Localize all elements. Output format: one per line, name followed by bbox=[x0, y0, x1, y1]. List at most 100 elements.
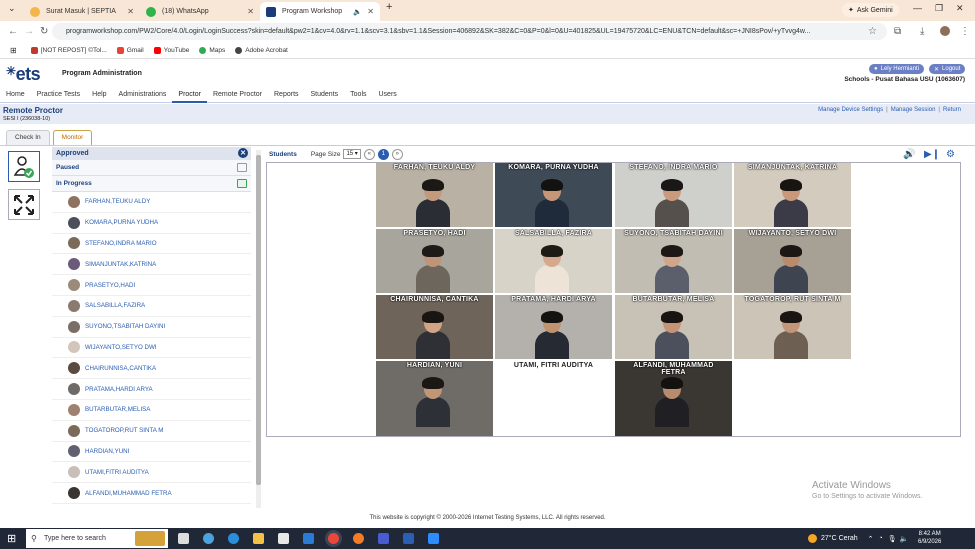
close-panel-icon[interactable]: ✕ bbox=[238, 148, 248, 158]
bookmark-not-repost[interactable]: [NOT REPOST] ©Tol... bbox=[30, 46, 107, 54]
candidate-row[interactable]: WIJAYANTO,SETYO DWI bbox=[52, 338, 251, 359]
logout-button[interactable]: ✕ Logout bbox=[929, 64, 966, 74]
candidate-row[interactable]: FARHAN,TEUKU ALDY bbox=[52, 192, 251, 213]
candidate-name[interactable]: TOGATOROP,RUT SINTA M bbox=[85, 427, 163, 434]
candidate-row[interactable]: PRASETYO,HADI bbox=[52, 275, 251, 296]
taskbar-widget-icon[interactable] bbox=[135, 531, 165, 546]
menu-reports[interactable]: Reports bbox=[268, 88, 305, 103]
in-progress-group[interactable]: In Progress bbox=[52, 176, 251, 192]
network-icon[interactable]: ◔ bbox=[879, 535, 883, 542]
candidate-row[interactable]: SIMANJUNTAK,KATRINA bbox=[52, 254, 251, 276]
candidate-name[interactable]: UTAMI,FITRI AUDITYA bbox=[85, 469, 149, 476]
video-tile[interactable]: SALSABILLA, FAZIRA bbox=[495, 229, 612, 293]
word-icon[interactable] bbox=[403, 533, 414, 544]
page-button-current[interactable]: 1 bbox=[377, 148, 389, 160]
clock[interactable]: 8:42 AM 6/9/2026 bbox=[918, 530, 941, 546]
user-button[interactable]: ● Lely Hermianti bbox=[869, 64, 924, 74]
minimize-icon[interactable]: — bbox=[913, 3, 922, 13]
tab-check-in[interactable]: Check In bbox=[6, 130, 50, 145]
back-icon[interactable]: ← bbox=[8, 26, 18, 37]
video-tile[interactable]: STEFANO, INDRA MARIO bbox=[615, 163, 732, 227]
bookmark-maps[interactable]: Maps bbox=[199, 46, 225, 54]
tab-monitor[interactable]: Monitor bbox=[52, 130, 93, 145]
candidate-name[interactable]: WIJAYANTO,SETYO DWI bbox=[85, 344, 157, 351]
store-icon[interactable] bbox=[278, 533, 289, 544]
bookmark-star-icon[interactable]: ☆ bbox=[868, 26, 877, 37]
candidate-row[interactable]: BUTARBUTAR,MELISA bbox=[52, 400, 251, 421]
windows-start-icon[interactable]: ⊞ bbox=[7, 532, 16, 545]
expand-view-button[interactable] bbox=[8, 189, 40, 220]
candidate-row[interactable]: ALFANDI,MUHAMMAD FETRA bbox=[52, 483, 251, 504]
volume-icon[interactable]: 🔊 bbox=[903, 149, 915, 160]
file-explorer-icon[interactable] bbox=[253, 533, 264, 544]
close-icon[interactable]: ✕ bbox=[127, 7, 134, 16]
first-page-icon[interactable]: « bbox=[363, 148, 375, 160]
candidate-name[interactable]: ALFANDI,MUHAMMAD FETRA bbox=[85, 490, 172, 497]
url-field[interactable]: programworkshop.com/PW2/Core/4.0/Login/L… bbox=[52, 23, 887, 40]
candidate-name[interactable]: CHAIRUNNISA,CANTIKA bbox=[85, 365, 156, 372]
video-tile[interactable]: SIMANJUNTAK, KATRINA bbox=[734, 163, 851, 227]
video-tile[interactable]: FARHAN, TEUKU ALDY bbox=[376, 163, 493, 227]
settings-gear-icon[interactable]: ⚙ bbox=[946, 149, 958, 160]
candidate-row[interactable]: HARDIAN,YUNI bbox=[52, 442, 251, 463]
return-link[interactable]: Return bbox=[943, 107, 961, 113]
candidate-row[interactable]: CHAIRUNNISA,CANTIKA bbox=[52, 358, 251, 380]
play-pause-icon[interactable]: ▶❙ bbox=[924, 149, 940, 160]
candidate-name[interactable]: BUTARBUTAR,MELISA bbox=[85, 406, 150, 413]
weather-text[interactable]: 27°C Cerah bbox=[821, 535, 858, 542]
menu-tools[interactable]: Tools bbox=[344, 88, 372, 103]
copilot-icon[interactable] bbox=[203, 533, 214, 544]
menu-practice-tests[interactable]: Practice Tests bbox=[31, 88, 86, 103]
menu-kebab-icon[interactable]: ⋮ bbox=[960, 26, 970, 37]
candidate-name[interactable]: PRATAMA,HARDI ARYA bbox=[85, 386, 153, 393]
ask-gemini-button[interactable]: ✦ Ask Gemini bbox=[842, 3, 899, 17]
chrome-icon[interactable] bbox=[328, 533, 339, 544]
video-tile[interactable]: HARDIAN, YUNI bbox=[376, 361, 493, 436]
video-tile[interactable]: PRASETYO, HADI bbox=[376, 229, 493, 293]
candidate-name[interactable]: KOMARA,PURNA YUDHA bbox=[85, 219, 158, 226]
candidate-view-button[interactable] bbox=[8, 151, 40, 182]
candidate-name[interactable]: PRASETYO,HADI bbox=[85, 282, 135, 289]
menu-remote-proctor[interactable]: Remote Proctor bbox=[207, 88, 268, 103]
manage-device-settings-link[interactable]: Manage Device Settings bbox=[818, 107, 883, 113]
tray-chevron-icon[interactable]: ⌃ bbox=[868, 535, 874, 543]
window-close-icon[interactable]: ✕ bbox=[956, 3, 964, 14]
mail-icon[interactable] bbox=[303, 533, 314, 544]
message-icon[interactable] bbox=[237, 179, 247, 188]
microphone-icon[interactable]: 🎙 bbox=[888, 535, 897, 543]
last-page-icon[interactable]: » bbox=[391, 148, 403, 160]
maximize-icon[interactable]: ❐ bbox=[935, 3, 943, 14]
browser-tab-program-workshop[interactable]: Program Workshop 🔈 ✕ bbox=[260, 2, 380, 21]
candidate-row[interactable]: TOGATOROP,RUT SINTA M bbox=[52, 421, 251, 442]
candidate-name[interactable]: SIMANJUNTAK,KATRINA bbox=[85, 261, 156, 268]
profile-avatar[interactable] bbox=[940, 26, 950, 36]
page-size-select[interactable]: 15 ▾ bbox=[343, 149, 361, 159]
manage-session-link[interactable]: Manage Session bbox=[891, 107, 936, 113]
menu-users[interactable]: Users bbox=[373, 88, 403, 103]
video-tile[interactable]: CHAIRUNNISA, CANTIKA bbox=[376, 295, 493, 359]
bookmark-gmail[interactable]: Gmail bbox=[116, 46, 144, 54]
bookmark-adobe-acrobat[interactable]: Adobe Acrobat bbox=[235, 46, 288, 54]
reload-icon[interactable]: ↻ bbox=[40, 26, 48, 37]
candidate-row[interactable]: PRATAMA,HARDI ARYA bbox=[52, 379, 251, 400]
menu-administrations[interactable]: Administrations bbox=[113, 88, 173, 103]
new-tab-icon[interactable]: + bbox=[386, 1, 392, 13]
firefox-icon[interactable] bbox=[353, 533, 364, 544]
scrollbar-thumb[interactable] bbox=[256, 155, 261, 485]
candidate-name[interactable]: STEFANO,INDRA MARIO bbox=[85, 240, 157, 247]
zoom-icon[interactable] bbox=[428, 533, 439, 544]
video-tile[interactable]: PRATAMA, HARDI ARYA bbox=[495, 295, 612, 359]
download-icon[interactable]: ⤓ bbox=[920, 26, 924, 37]
video-tile[interactable]: SUYONO, TSABITAH DAYINI bbox=[615, 229, 732, 293]
browser-tab-whatsapp[interactable]: (18) WhatsApp ✕ bbox=[140, 2, 260, 21]
bookmark-youtube[interactable]: YouTube bbox=[153, 46, 189, 54]
video-tile[interactable]: ALFANDI, MUHAMMAD FETRA bbox=[615, 361, 732, 436]
video-tile[interactable]: TOGATOROP, RUT SINTA M bbox=[734, 295, 851, 359]
video-tile[interactable]: WIJAYANTO, SETYO DWI bbox=[734, 229, 851, 293]
paused-group[interactable]: Paused bbox=[52, 160, 251, 176]
apps-grid-icon[interactable]: ⊞ bbox=[10, 46, 17, 55]
tab-list-icon[interactable]: ⌄ bbox=[8, 3, 16, 14]
candidate-name[interactable]: FARHAN,TEUKU ALDY bbox=[85, 198, 150, 205]
volume-tray-icon[interactable]: 🔈 bbox=[900, 535, 909, 543]
close-icon[interactable]: ✕ bbox=[367, 7, 374, 16]
